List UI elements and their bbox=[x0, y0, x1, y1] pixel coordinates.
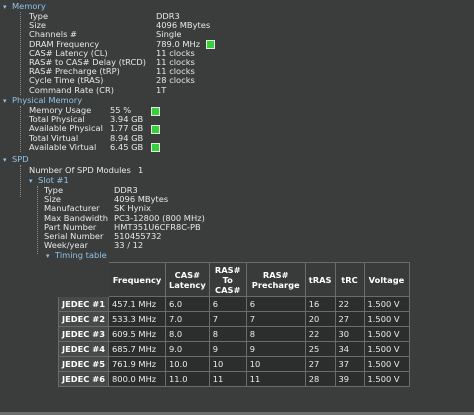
memory-usage-indicator-icon bbox=[151, 107, 160, 116]
timing-row-header: JEDEC #6 bbox=[57, 371, 110, 387]
timing-cell: 1.500 V bbox=[363, 296, 410, 312]
timing-table-header[interactable]: Timing table bbox=[55, 251, 107, 260]
timing-cell: 16 bbox=[304, 296, 336, 312]
spd-modules-value: 1 bbox=[138, 165, 144, 175]
timing-column-header: RAS# To CAS# bbox=[208, 262, 247, 297]
timing-cell: 6 bbox=[245, 296, 306, 312]
timing-cell: 11.0 bbox=[165, 371, 210, 387]
spd-tree-line bbox=[20, 165, 21, 197]
timing-column-header: tRC bbox=[334, 262, 365, 297]
timing-cell: 27 bbox=[304, 356, 336, 372]
timing-cell: 7 bbox=[208, 311, 247, 327]
timing-cell: 7 bbox=[245, 311, 306, 327]
row-value: 33 / 12 bbox=[114, 240, 144, 251]
timing-cell: 6 bbox=[208, 296, 247, 312]
timing-cell: 37 bbox=[334, 356, 365, 372]
timing-column-header: CAS# Latency bbox=[165, 262, 210, 297]
timing-row-header: JEDEC #1 bbox=[57, 296, 110, 312]
timing-row: JEDEC #6 800.0 MHz 11.0 11 11 28 39 1.500 V bbox=[57, 371, 410, 387]
dram-frequency-indicator-icon bbox=[206, 40, 215, 49]
collapse-slot-icon[interactable]: ▾ bbox=[29, 177, 33, 186]
timing-row-header: JEDEC #5 bbox=[57, 356, 110, 372]
timing-cell: 22 bbox=[334, 296, 365, 312]
timing-cell: 1.500 V bbox=[363, 311, 410, 327]
timing-cell: 609.5 MHz bbox=[108, 326, 167, 342]
timing-cell: 8 bbox=[245, 326, 306, 342]
row-value: 1T bbox=[156, 84, 167, 95]
timing-cell: 761.9 MHz bbox=[108, 356, 167, 372]
timing-row-header: JEDEC #3 bbox=[57, 326, 110, 342]
timing-column-header: RAS# Precharge bbox=[245, 262, 306, 297]
timing-cell: 685.7 MHz bbox=[108, 341, 167, 357]
available-virtual-indicator-icon bbox=[151, 143, 160, 152]
timing-cell: 6.0 bbox=[165, 296, 210, 312]
available-physical-indicator-icon bbox=[151, 125, 160, 134]
timing-cell: 10 bbox=[245, 356, 306, 372]
timing-cell: 30 bbox=[334, 326, 365, 342]
timing-row: JEDEC #1 457.1 MHz 6.0 6 6 16 22 1.500 V bbox=[57, 296, 410, 312]
timing-column-header: Frequency bbox=[108, 262, 167, 297]
timing-cell: 9 bbox=[208, 341, 247, 357]
slot-tree-line bbox=[37, 186, 38, 254]
timing-row: JEDEC #4 685.7 MHz 9.0 9 9 25 34 1.500 V bbox=[57, 341, 410, 357]
collapse-physical-memory-icon[interactable]: ▾ bbox=[3, 97, 7, 106]
timing-cell: 9 bbox=[245, 341, 306, 357]
timing-cell: 7.0 bbox=[165, 311, 210, 327]
spd-modules-label: Number Of SPD Modules bbox=[29, 165, 131, 175]
collapse-memory-icon[interactable]: ▾ bbox=[3, 3, 7, 12]
row-label: Week/year bbox=[44, 240, 89, 251]
timing-cell: 10.0 bbox=[165, 356, 210, 372]
timing-cell: 8.0 bbox=[165, 326, 210, 342]
timing-cell: 1.500 V bbox=[363, 326, 410, 342]
row-label: Command Rate (CR) bbox=[29, 84, 114, 95]
timing-column-header: Voltage bbox=[363, 262, 410, 297]
slot-header[interactable]: Slot #1 bbox=[38, 176, 69, 185]
physical-memory-section-header[interactable]: Physical Memory bbox=[12, 96, 82, 105]
timing-cell: 20 bbox=[304, 311, 336, 327]
timing-cell: 10 bbox=[208, 356, 247, 372]
timing-cell: 39 bbox=[334, 371, 365, 387]
physical-memory-tree-line bbox=[20, 106, 21, 152]
timing-column-header: tRAS bbox=[304, 262, 336, 297]
timing-row: JEDEC #3 609.5 MHz 8.0 8 8 22 30 1.500 V bbox=[57, 326, 410, 342]
timing-cell: 457.1 MHz bbox=[108, 296, 167, 312]
timing-cell: 1.500 V bbox=[363, 341, 410, 357]
timing-cell: 11 bbox=[208, 371, 247, 387]
spd-section-header[interactable]: SPD bbox=[12, 155, 29, 164]
timing-cell: 11 bbox=[245, 371, 306, 387]
memory-section-header[interactable]: Memory bbox=[12, 2, 46, 11]
timing-corner-cell bbox=[57, 262, 110, 297]
collapse-spd-icon[interactable]: ▾ bbox=[3, 156, 7, 165]
timing-row: JEDEC #2 533.3 MHz 7.0 7 7 20 27 1.500 V bbox=[57, 311, 410, 327]
timing-row: JEDEC #5 761.9 MHz 10.0 10 10 27 37 1.500 V bbox=[57, 356, 410, 372]
timing-cell: 28 bbox=[304, 371, 336, 387]
timing-cell: 800.0 MHz bbox=[108, 371, 167, 387]
row-value: 6.45 GB bbox=[110, 141, 144, 152]
timing-cell: 34 bbox=[334, 341, 365, 357]
timing-cell: 8 bbox=[208, 326, 247, 342]
timing-cell: 533.3 MHz bbox=[108, 311, 167, 327]
timing-cell: 9.0 bbox=[165, 341, 210, 357]
timing-cell: 27 bbox=[334, 311, 365, 327]
timing-row-header: JEDEC #2 bbox=[57, 311, 110, 327]
timing-table: Frequency CAS# Latency RAS# To CAS# RAS# Pr… bbox=[57, 262, 410, 387]
timing-header-row: Frequency CAS# Latency RAS# To CAS# RAS# Pr… bbox=[57, 262, 410, 297]
row-label: Available Virtual bbox=[29, 141, 97, 152]
timing-cell: 22 bbox=[304, 326, 336, 342]
timing-cell: 1.500 V bbox=[363, 356, 410, 372]
timing-cell: 25 bbox=[304, 341, 336, 357]
timing-body: JEDEC #1 457.1 MHz 6.0 6 6 16 22 1.500 V JEDEC #… bbox=[57, 296, 410, 387]
collapse-timing-table-icon[interactable]: ▾ bbox=[46, 252, 50, 261]
timing-row-header: JEDEC #4 bbox=[57, 341, 110, 357]
memory-tree-line bbox=[20, 12, 21, 95]
timing-cell: 1.500 V bbox=[363, 371, 410, 387]
